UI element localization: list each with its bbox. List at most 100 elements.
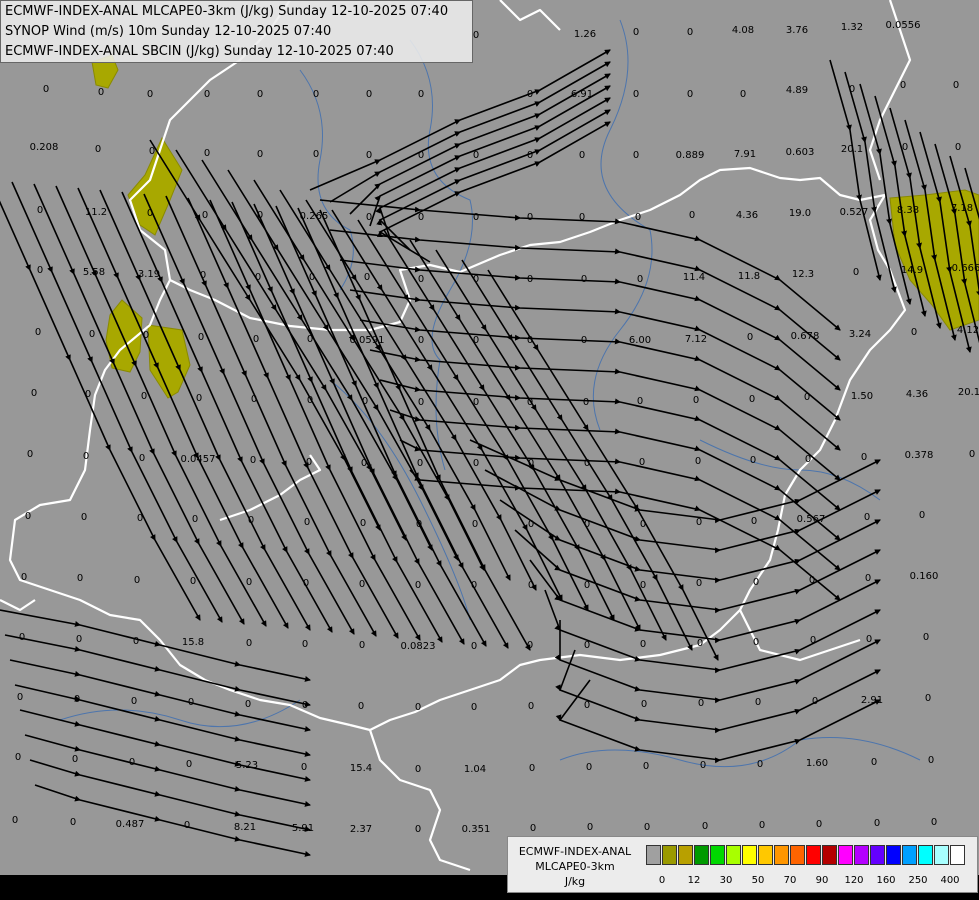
cin-value-label: 0 (134, 575, 140, 586)
cin-value-label: 0 (416, 519, 422, 530)
cin-value-label: 0 (809, 575, 815, 586)
cin-value-label: 0 (633, 150, 639, 161)
cin-value-label: 0 (528, 580, 534, 591)
cin-value-label: 0 (362, 396, 368, 407)
cin-value-label: 0 (245, 699, 251, 710)
cin-value-label: 1.50 (851, 391, 873, 402)
cin-value-label: 0.487 (116, 819, 145, 830)
colorbar-swatches (646, 845, 966, 865)
cin-value-label: 0 (306, 457, 312, 468)
cin-value-label: 0.208 (30, 142, 59, 153)
cin-value-label: 0 (527, 640, 533, 651)
cin-value-label: 1.60 (806, 758, 828, 769)
cin-value-label: 19.0 (789, 208, 811, 219)
colorbar-swatch (902, 845, 917, 865)
header-line-cin: ECMWF-INDEX-ANAL SBCIN (J/kg) Sunday 12-… (5, 44, 394, 59)
cin-value-label: 0 (15, 752, 21, 763)
cin-value-label: 0 (633, 89, 639, 100)
header-line-cape: ECMWF-INDEX-ANAL MLCAPE0-3km (J/kg) Sund… (5, 4, 449, 19)
cin-value-label: 5.58 (83, 267, 105, 278)
cin-value-label: 0 (85, 389, 91, 400)
cin-value-label: 0 (248, 515, 254, 526)
cin-value-label: 0 (810, 635, 816, 646)
cin-value-label: 0 (579, 150, 585, 161)
cin-value-label: 0 (77, 573, 83, 584)
cin-value-label: 0 (759, 820, 765, 831)
cin-value-label: 0 (637, 274, 643, 285)
cin-value-label: 0 (303, 578, 309, 589)
cin-value-label: 0 (301, 762, 307, 773)
cin-value-label: 4.08 (732, 25, 754, 36)
cin-value-label: 3.76 (786, 25, 808, 36)
cin-value-label: 0 (192, 514, 198, 525)
cin-value-label: 0 (89, 329, 95, 340)
cin-value-label: 0 (753, 577, 759, 588)
cin-value-label: 0 (871, 757, 877, 768)
cin-value-label: 0 (253, 334, 259, 345)
cin-value-label: 0 (27, 449, 33, 460)
cin-value-label: 0 (816, 819, 822, 830)
cin-value-label: 0 (925, 693, 931, 704)
colorbar-swatch (726, 845, 741, 865)
colorbar-swatch (854, 845, 869, 865)
cin-value-label: 8.38 (897, 205, 919, 216)
cin-value-label: 12.3 (792, 269, 814, 280)
cin-value-label: 8.21 (234, 822, 256, 833)
cin-value-label: 0 (953, 80, 959, 91)
cin-value-label: 0 (749, 394, 755, 405)
cin-value-label: 0 (527, 335, 533, 346)
colorbar-tick-label: 250 (908, 875, 928, 886)
cin-value-label: 0 (584, 700, 590, 711)
cin-value-label: 0 (366, 212, 372, 223)
cin-value-label: 0 (640, 639, 646, 650)
cin-value-label: 0 (579, 212, 585, 223)
cin-value-label: 0 (805, 454, 811, 465)
cin-value-label: 0.889 (676, 150, 705, 161)
cin-value-label: 3.24 (849, 329, 871, 340)
cin-value-label: 2.37 (350, 824, 372, 835)
cin-value-label: 0 (473, 397, 479, 408)
cin-value-label: 0 (361, 458, 367, 469)
cin-value-label: 7.91 (734, 149, 756, 160)
cin-value-label: 0 (200, 270, 206, 281)
colorbar-swatch (774, 845, 789, 865)
cin-value-label: 0 (418, 274, 424, 285)
cin-value-label: 0 (302, 639, 308, 650)
colorbar-swatch (822, 845, 837, 865)
cin-value-label: 0 (17, 692, 23, 703)
cin-value-label: 0 (849, 84, 855, 95)
cin-value-label: 0 (747, 332, 753, 343)
cin-value-label: 3.19 (138, 269, 160, 280)
cin-value-label: 6.91 (571, 89, 593, 100)
colorbar-swatch (694, 845, 709, 865)
cin-value-label: 0 (698, 698, 704, 709)
cin-value-label: 0 (584, 580, 590, 591)
legend-source-label: ECMWF-INDEX-ANAL (518, 845, 632, 858)
cin-value-label: 0 (302, 700, 308, 711)
cin-value-label: 4.36 (736, 210, 758, 221)
cin-value-label: 0 (198, 332, 204, 343)
cin-value-label: 0.567 (797, 514, 826, 525)
cin-value-label: 1.26 (574, 29, 596, 40)
map-canvas: 0 0 0 0 0 0 0 0 0 6.91 0 0 0 4.89 0 0 0 1.26 0 0 4.08 3.76 1.3… (0, 0, 979, 900)
cin-value-label: 0 (415, 764, 421, 775)
cin-value-label: 0 (418, 150, 424, 161)
cin-value-label: 0 (584, 458, 590, 469)
cin-value-label: 0 (304, 517, 310, 528)
cin-value-label: 0 (137, 513, 143, 524)
cin-value-label: 0 (750, 455, 756, 466)
cin-value-label: 0 (471, 702, 477, 713)
cin-value-label: 0 (364, 272, 370, 283)
colorbar-swatch (838, 845, 853, 865)
cin-value-label: 0 (696, 578, 702, 589)
cin-value-label: 0 (143, 330, 149, 341)
header-line-wind: SYNOP Wind (m/s) 10m Sunday 12-10-2025 0… (5, 24, 332, 39)
cin-value-label: 0 (473, 335, 479, 346)
cin-value-label: 0 (472, 519, 478, 530)
cin-value-label: 0 (902, 142, 908, 153)
cin-value-label: 0 (861, 452, 867, 463)
cin-value-label: 0 (359, 579, 365, 590)
cin-value-label: 15.4 (350, 763, 372, 774)
cin-value-label: 0 (923, 632, 929, 643)
cin-value-label: 0 (76, 634, 82, 645)
